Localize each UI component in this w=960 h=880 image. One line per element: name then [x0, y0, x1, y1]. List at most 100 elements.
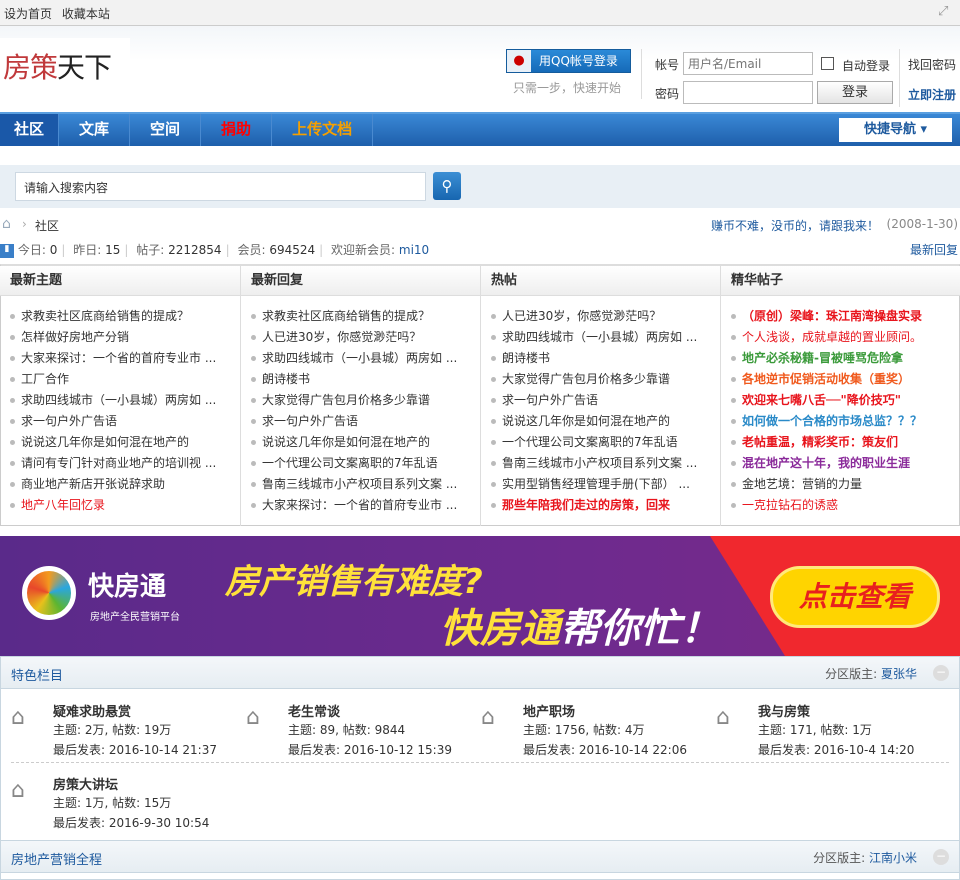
ad-banner[interactable]: 快房通 房地产全民营销平台 房产销售有难度? 快房通帮你忙！ 点击查看 — [0, 536, 960, 656]
topic-link[interactable]: 地产必杀秘籍-冒被唾骂危险拿 — [731, 348, 953, 369]
topic-link[interactable]: 人已进30岁，你感觉渺茫吗？ — [491, 306, 713, 327]
forum-item[interactable]: ⌂ 房策大讲坛 主题: 1万, 帖数: 15万 最后发表: 2016-9-30 10:… — [1, 774, 231, 839]
topic-link[interactable]: 说说这几年你是如何混在地产的 — [491, 411, 713, 432]
notice-link[interactable]: 赚币不难，没币的，请跟我来！ — [711, 217, 879, 234]
topic-link[interactable]: 求一句户外广告语 — [251, 411, 473, 432]
topic-link[interactable]: 说说这几年你是如何混在地产的 — [251, 432, 473, 453]
forum-name[interactable]: 房策大讲坛 — [53, 774, 118, 793]
banner-cta-button[interactable]: 点击查看 — [770, 566, 940, 628]
forum-name[interactable]: 疑难求助悬赏 — [53, 701, 131, 720]
moderator-link[interactable]: 夏张华 — [881, 667, 917, 681]
site-logo[interactable]: 房策天下 — [0, 38, 130, 88]
password-input[interactable] — [683, 81, 813, 104]
forum-stats: 主题: 171, 帖数: 1万 — [758, 723, 872, 737]
forum-last-post: 最后发表: 2016-9-30 10:54 — [53, 816, 210, 830]
topic-link[interactable]: 求教卖社区底商给销售的提成？ — [10, 306, 232, 327]
column-title: 最新回复 — [241, 266, 480, 296]
topic-link[interactable]: 如何做一个合格的市场总监？？？ — [731, 411, 953, 432]
topic-link[interactable]: 地产八年回忆录 — [10, 495, 232, 516]
topic-link[interactable]: 一克拉钻石的诱惑 — [731, 495, 953, 516]
topic-link[interactable]: 求一句户外广告语 — [491, 390, 713, 411]
topic-link[interactable]: 请问有专门针对商业地产的培训视 ... — [10, 453, 232, 474]
topic-link[interactable]: 求一句户外广告语 — [10, 411, 232, 432]
topic-link[interactable]: 工厂合作 — [10, 369, 232, 390]
nav-item[interactable]: 文库 — [59, 114, 131, 146]
topic-link[interactable]: 老帖重温，精彩奖币：策友们 — [731, 432, 953, 453]
forum-name[interactable]: 地产职场 — [523, 701, 575, 720]
topic-link[interactable]: 大家来探讨：一个省的首府专业市 ... — [10, 348, 232, 369]
topic-link[interactable]: 一个代理公司文案离职的7年乱语 — [251, 453, 473, 474]
search-bar: 请输入搜索内容 ⚲ — [0, 165, 960, 208]
topic-link[interactable]: 欢迎来七嘴八舌──"降价技巧" — [731, 390, 953, 411]
collapse-icon[interactable]: − — [933, 665, 949, 681]
topic-link[interactable]: 大家觉得广告包月价格多少靠谱 — [491, 369, 713, 390]
topic-link[interactable]: 混在地产这十年，我的职业生涯 — [731, 453, 953, 474]
topic-link[interactable]: 鲁南三线城市小产权项目系列文案 ... — [251, 474, 473, 495]
topic-link[interactable]: （原创）梁峰：珠江南湾操盘实录 — [731, 306, 953, 327]
topic-link[interactable]: 求助四线城市（一小县城）两房如 ... — [491, 327, 713, 348]
topic-column: 最新主题 求教卖社区底商给销售的提成？ 怎样做好房地产分销 大家来探讨：一个省的首府专… — [0, 266, 240, 526]
quick-nav-button[interactable]: 快捷导航 ▾ — [839, 118, 952, 142]
search-button[interactable]: ⚲ — [433, 172, 461, 200]
nav-item[interactable]: 空间 — [130, 114, 202, 146]
topic-link[interactable]: 朗诗楼书 — [251, 369, 473, 390]
topic-link[interactable]: 大家来探讨：一个省的首府专业市 ... — [251, 495, 473, 516]
register-link[interactable]: 立即注册 — [908, 86, 956, 103]
forum-grid: ⌂ 疑难求助悬赏 主题: 2万, 帖数: 19万 最后发表: 2016-10-14 2… — [1, 689, 959, 839]
home-icon[interactable]: ⌂ — [2, 216, 11, 232]
moderator-link[interactable]: 江南小米 — [869, 851, 917, 865]
search-input[interactable]: 请输入搜索内容 — [15, 172, 426, 201]
topic-link[interactable]: 金地艺境：营销的力量 — [731, 474, 953, 495]
topic-link[interactable]: 说说这几年你是如何混在地产的 — [10, 432, 232, 453]
set-home-link[interactable]: 设为首页 — [4, 7, 52, 21]
login-button[interactable]: 登录 — [817, 81, 893, 104]
topic-link[interactable]: 朗诗楼书 — [491, 348, 713, 369]
topic-link[interactable]: 大家觉得广告包月价格多少靠谱 — [251, 390, 473, 411]
forum-item[interactable]: ⌂ 疑难求助悬赏 主题: 2万, 帖数: 19万 最后发表: 2016-10-14 2… — [1, 701, 231, 766]
topic-list: 人已进30岁，你感觉渺茫吗？ 求助四线城市（一小县城）两房如 ... 朗诗楼书 大家觉… — [481, 296, 720, 516]
forum-last-post: 最后发表: 2016-10-4 14:20 — [758, 743, 915, 757]
section-marketing: 房地产营销全程 分区版主: 江南小米 − — [0, 840, 960, 880]
forum-item[interactable]: ⌂ 我与房策 主题: 171, 帖数: 1万 最后发表: 2016-10-4 14:2… — [706, 701, 936, 766]
topic-link[interactable]: 一个代理公司文案离职的7年乱语 — [491, 432, 713, 453]
nav-item[interactable]: 上传文档 — [272, 114, 374, 146]
forum-item[interactable]: ⌂ 老生常谈 主题: 89, 帖数: 9844 最后发表: 2016-10-12 15… — [236, 701, 466, 766]
nav-item[interactable]: 捐助 — [201, 114, 273, 146]
qq-login-button[interactable]: ● 用QQ帐号登录 — [506, 49, 631, 73]
top-bar: 设为首页 收藏本站 ⤢ — [0, 0, 960, 26]
topic-link[interactable]: 人已进30岁，你感觉渺茫吗？ — [251, 327, 473, 348]
nav-item[interactable]: 社区 — [0, 114, 60, 146]
topic-link[interactable]: 鲁南三线城市小产权项目系列文案 ... — [491, 453, 713, 474]
topic-link[interactable]: 求助四线城市（一小县城）两房如 ... — [10, 390, 232, 411]
collapse-icon[interactable]: − — [933, 849, 949, 865]
yesterday-label: 昨日: — [73, 243, 102, 257]
logo-text-black: 天下 — [57, 51, 112, 84]
section-title[interactable]: 房地产营销全程 — [11, 849, 102, 868]
breadcrumb-current[interactable]: 社区 — [35, 217, 59, 234]
topic-link[interactable]: 个人浅谈，成就卓越的置业顾问。 — [731, 327, 953, 348]
forum-building-icon: ⌂ — [246, 705, 260, 730]
topic-link[interactable]: 商业地产新店开张说辞求助 — [10, 474, 232, 495]
topic-link[interactable]: 怎样做好房地产分销 — [10, 327, 232, 348]
fullscreen-icon[interactable]: ⤢ — [938, 5, 952, 19]
kuaifangtong-logo-icon — [22, 566, 76, 620]
forum-name[interactable]: 老生常谈 — [288, 701, 340, 720]
account-input[interactable] — [683, 52, 813, 75]
topic-link[interactable]: 各地逆市促销活动收集（重奖） — [731, 369, 953, 390]
forum-name[interactable]: 我与房策 — [758, 701, 810, 720]
qq-login-tip: 只需一步，快速开始 — [513, 81, 622, 95]
members-count: 694524 — [269, 243, 316, 257]
latest-replies-link[interactable]: 最新回复 — [910, 241, 958, 258]
bookmark-link[interactable]: 收藏本站 — [62, 7, 110, 21]
auto-login-checkbox[interactable] — [821, 57, 834, 70]
newest-member-link[interactable]: mi10 — [399, 243, 429, 257]
topic-link[interactable]: 求教卖社区底商给销售的提成？ — [251, 306, 473, 327]
forum-stats: 主题: 89, 帖数: 9844 — [288, 723, 406, 737]
topic-list: 求教卖社区底商给销售的提成？ 人已进30岁，你感觉渺茫吗？ 求助四线城市（一小县城）… — [241, 296, 480, 516]
topic-link[interactable]: 那些年陪我们走过的房策，回来 — [491, 495, 713, 516]
find-password-link[interactable]: 找回密码 — [908, 56, 956, 73]
section-title[interactable]: 特色栏目 — [11, 665, 63, 684]
topic-link[interactable]: 求助四线城市（一小县城）两房如 ... — [251, 348, 473, 369]
topic-link[interactable]: 实用型销售经理管理手册(下部） ... — [491, 474, 713, 495]
forum-item[interactable]: ⌂ 地产职场 主题: 1756, 帖数: 4万 最后发表: 2016-10-14 22… — [471, 701, 701, 766]
